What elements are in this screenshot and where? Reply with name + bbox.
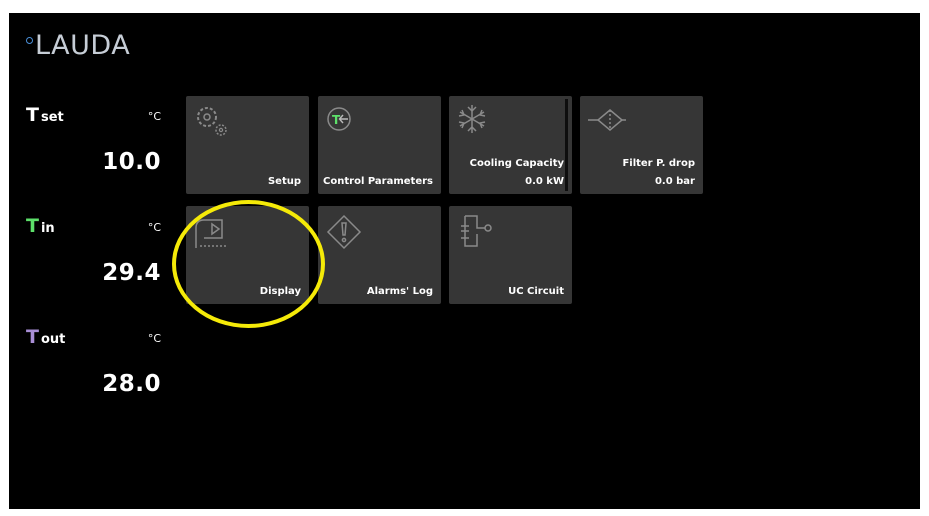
tile-filter-pressure-drop-label: Filter P. drop [622,158,695,169]
lauda-logo: LAUDA [26,30,130,66]
tile-alarms-log[interactable]: Alarms' Log [318,206,441,304]
tout-label-sub: out [40,332,66,347]
gears-icon [197,107,227,136]
tile-display[interactable]: Display [186,206,309,304]
tile-cooling-capacity-label: Cooling Capacity [469,158,564,169]
tset-panel: Tset °C 10.0 [26,105,161,215]
tout-panel: Tout °C 28.0 [26,327,161,437]
tile-control-parameters-label: Control Parameters [323,176,433,187]
tile-alarms-log-label: Alarms' Log [366,286,433,297]
tout-label: Tout [26,327,65,350]
warning-diamond-icon [326,214,362,250]
tin-panel: Tin °C 29.4 [26,216,161,326]
tset-unit: °C [147,110,161,123]
snowflake-icon [458,105,486,133]
tile-cooling-capacity-value: 0.0 kW [525,176,564,187]
display-icon [195,219,228,248]
tin-label: Tin [26,216,55,239]
filter-icon [588,109,626,131]
tin-value: 29.4 [102,260,161,286]
circuit-icon [461,215,492,247]
tin-unit: °C [147,221,161,234]
tset-label-main: T [26,104,39,126]
logo-text: LAUDA [35,30,131,61]
tile-setup-label: Setup [267,176,301,187]
tset-label-sub: set [40,110,64,125]
tile-filter-pressure-drop-value: 0.0 bar [654,176,695,187]
tile-filter-pressure-drop[interactable]: Filter P. drop 0.0 bar [580,96,703,194]
tile-display-label: Display [259,286,301,297]
tile-cooling-capacity[interactable]: Cooling Capacity 0.0 kW [449,96,572,194]
tin-label-sub: in [40,221,55,236]
tile-uc-circuit[interactable]: UC Circuit [449,206,572,304]
logo-ring-icon [26,37,33,44]
tile-control-parameters[interactable]: T Control Parameters [318,96,441,194]
tile-uc-circuit-label: UC Circuit [508,286,564,297]
tile-setup[interactable]: Setup [186,96,309,194]
tin-label-main: T [26,215,39,237]
cooling-capacity-bar [565,99,568,191]
tset-value[interactable]: 10.0 [102,149,161,175]
device-screen: LAUDA Tset °C 10.0 Tin °C 29.4 Tout °C 2… [9,13,920,509]
tset-label: Tset [26,105,64,128]
tout-label-main: T [26,326,39,348]
tout-unit: °C [147,332,161,345]
t-arrow-icon: T [327,107,351,131]
tout-value: 28.0 [102,371,161,397]
